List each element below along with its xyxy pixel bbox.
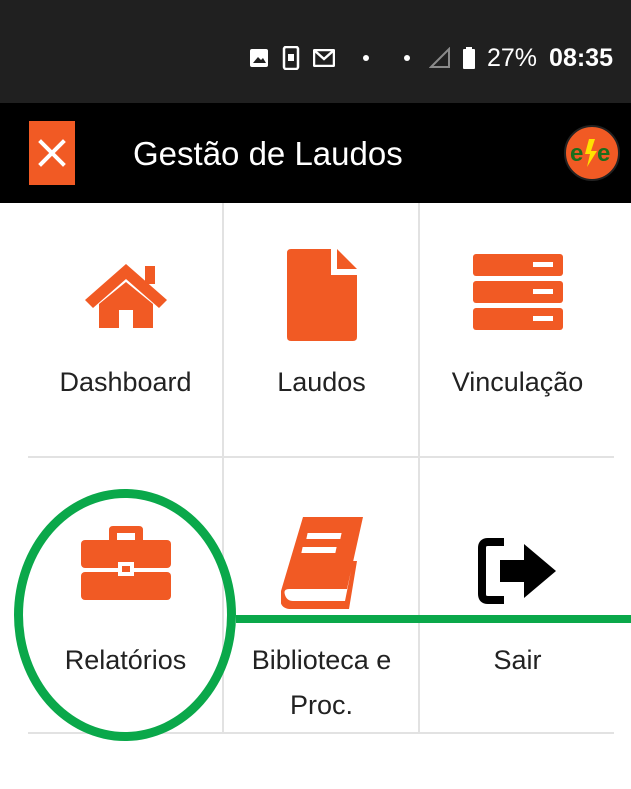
grid-divider — [28, 732, 614, 734]
sign-out-icon — [477, 538, 556, 604]
menu-item-vinculacao[interactable]: Vinculação — [420, 203, 615, 456]
document-icon — [286, 249, 357, 341]
svg-text:e: e — [570, 140, 583, 167]
menu-item-label: Sair — [493, 645, 542, 675]
logo-icon: e e — [570, 139, 610, 167]
dot-icon — [347, 55, 385, 61]
menu-item-relatorios[interactable]: Relatórios — [28, 458, 223, 732]
battery-percent: 27% — [487, 43, 538, 72]
status-bar: 27% 08:35 — [0, 0, 631, 103]
close-icon — [38, 139, 66, 167]
menu-grid: Dashboard Laudos Vinculação Relatórios B… — [28, 203, 614, 734]
signal-icon — [429, 47, 451, 69]
menu-item-label-line2: Proc. — [289, 690, 354, 720]
gmail-icon — [313, 49, 335, 67]
menu-item-label: Vinculação — [451, 367, 584, 397]
menu-item-label: Laudos — [277, 367, 366, 397]
page-title: Gestão de Laudos — [133, 135, 403, 172]
menu-item-biblioteca[interactable]: Biblioteca e Proc. — [224, 458, 419, 732]
menu-item-laudos[interactable]: Laudos — [224, 203, 419, 456]
menu-item-label: Biblioteca e — [251, 645, 392, 675]
battery-icon — [463, 47, 475, 69]
home-icon — [84, 264, 167, 328]
clock: 08:35 — [549, 43, 613, 72]
menu-item-sair[interactable]: Sair — [420, 458, 615, 732]
image-icon — [249, 48, 269, 68]
status-icons: 27% 08:35 — [249, 40, 613, 76]
brand-logo: e e — [564, 125, 620, 181]
svg-text:e: e — [597, 140, 610, 167]
briefcase-icon — [80, 526, 171, 600]
dot-icon — [397, 55, 417, 61]
server-icon — [472, 254, 563, 330]
menu-item-label: Dashboard — [59, 367, 192, 397]
menu-item-dashboard[interactable]: Dashboard — [28, 203, 223, 456]
book-icon — [280, 517, 363, 609]
menu-content: Dashboard Laudos Vinculação Relatórios B… — [0, 203, 631, 789]
phone-icon — [281, 46, 301, 70]
close-button[interactable] — [29, 121, 75, 185]
menu-item-label: Relatórios — [64, 645, 187, 675]
